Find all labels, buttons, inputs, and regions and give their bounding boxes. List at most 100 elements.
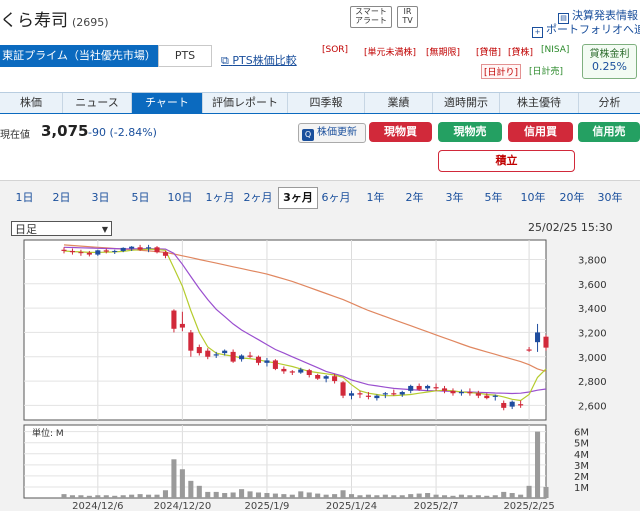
volume-bar (535, 431, 541, 498)
volume-bar (95, 495, 101, 498)
candle-body (255, 356, 262, 363)
candle-body (408, 385, 414, 391)
candle-body (357, 393, 363, 395)
volume-bar (213, 491, 219, 498)
volume-bar (425, 493, 431, 498)
y-tick-label: 3,200 (578, 328, 607, 339)
volume-bar (399, 495, 405, 498)
candle-body (526, 349, 532, 351)
x-tick-label: 2025/2/25 (503, 501, 554, 510)
candle-body (120, 247, 126, 251)
volume-bar (196, 485, 202, 498)
candle-body (441, 388, 448, 391)
y-tick-label: 2,600 (578, 401, 607, 412)
candle-body (95, 250, 101, 255)
volume-bar (416, 493, 422, 498)
volume-bar (441, 495, 448, 498)
x-tick-label: 2025/1/24 (326, 501, 377, 510)
candle-body (543, 336, 549, 348)
volume-tick-label: 2M (574, 472, 589, 483)
volume-bar (501, 491, 507, 498)
candle-body (112, 250, 118, 252)
volume-bar (205, 491, 211, 498)
volume-bar (323, 494, 329, 498)
volume-bar (137, 494, 143, 498)
candle-body (264, 360, 270, 363)
volume-bar (188, 480, 194, 498)
volume-bar (433, 494, 439, 498)
volume-bar (171, 459, 177, 498)
volume-bar (348, 494, 355, 498)
y-tick-label: 3,800 (578, 255, 607, 266)
volume-bar (340, 490, 346, 498)
volume-bar (69, 495, 75, 498)
x-tick-label: 2025/2/7 (414, 501, 459, 510)
candle-body (281, 368, 287, 372)
candle-body (196, 347, 202, 354)
volume-bar (264, 493, 270, 498)
x-tick-label: 2024/12/20 (154, 501, 212, 510)
volume-tick-label: 3M (574, 461, 589, 472)
volume-bar (146, 494, 152, 498)
volume-bar (509, 493, 515, 498)
candle-body (518, 404, 524, 406)
candle-body (450, 390, 456, 394)
candle-body (348, 393, 355, 396)
volume-bar (492, 495, 498, 498)
volume-bar (306, 492, 312, 498)
candle-body (425, 385, 431, 389)
candle-body (69, 250, 75, 253)
y-tick-label: 3,400 (578, 304, 607, 315)
candle-body (86, 252, 92, 255)
volume-bar (315, 493, 321, 498)
candle-body (399, 392, 405, 395)
candle-body (78, 252, 84, 254)
candle-body (222, 350, 228, 354)
candle-body (129, 246, 135, 249)
volume-bar (518, 494, 524, 498)
volume-bar (391, 495, 397, 498)
volume-tick-label: 4M (574, 450, 589, 461)
candle-body (247, 355, 253, 357)
volume-bar (112, 495, 118, 498)
candle-body (230, 351, 236, 362)
volume-bar (230, 492, 236, 498)
volume-bar (272, 493, 278, 498)
candle-body (332, 376, 338, 382)
y-tick-label: 3,600 (578, 280, 607, 291)
candle-body (137, 247, 143, 250)
volume-bar (78, 495, 84, 498)
candle-body (382, 393, 388, 395)
volume-tick-label: 1M (574, 483, 589, 494)
volume-bar (298, 491, 304, 498)
candle-body (374, 395, 380, 399)
volume-bar (408, 494, 414, 498)
volume-bar (458, 494, 464, 498)
candle-body (475, 393, 481, 396)
volume-bar (365, 494, 371, 498)
volume-bar (154, 494, 160, 498)
candle-body (492, 395, 498, 397)
volume-bar (247, 491, 253, 498)
price-volume-chart: 2024/12/6 2024/12/20 2025/1/9 2025/1/24 2025… (23, 239, 607, 510)
volume-bar (120, 495, 126, 498)
candle-body (458, 392, 464, 394)
volume-bar (543, 486, 549, 498)
candle-body (272, 360, 278, 369)
volume-bar (526, 485, 532, 498)
x-tick-label: 2024/12/6 (72, 501, 123, 510)
volume-bar (484, 495, 490, 498)
volume-bar (162, 490, 169, 498)
candle-body (484, 395, 490, 399)
candle-body (416, 385, 422, 390)
volume-bar (103, 495, 109, 498)
volume-bar (86, 495, 92, 498)
candle-body (467, 392, 473, 394)
volume-bar (374, 495, 380, 498)
volume-bar (289, 494, 295, 498)
candle-body (162, 252, 169, 256)
candle-body (509, 401, 515, 407)
volume-bar (357, 495, 363, 498)
volume-bar (467, 495, 473, 498)
candle-body (315, 375, 321, 379)
